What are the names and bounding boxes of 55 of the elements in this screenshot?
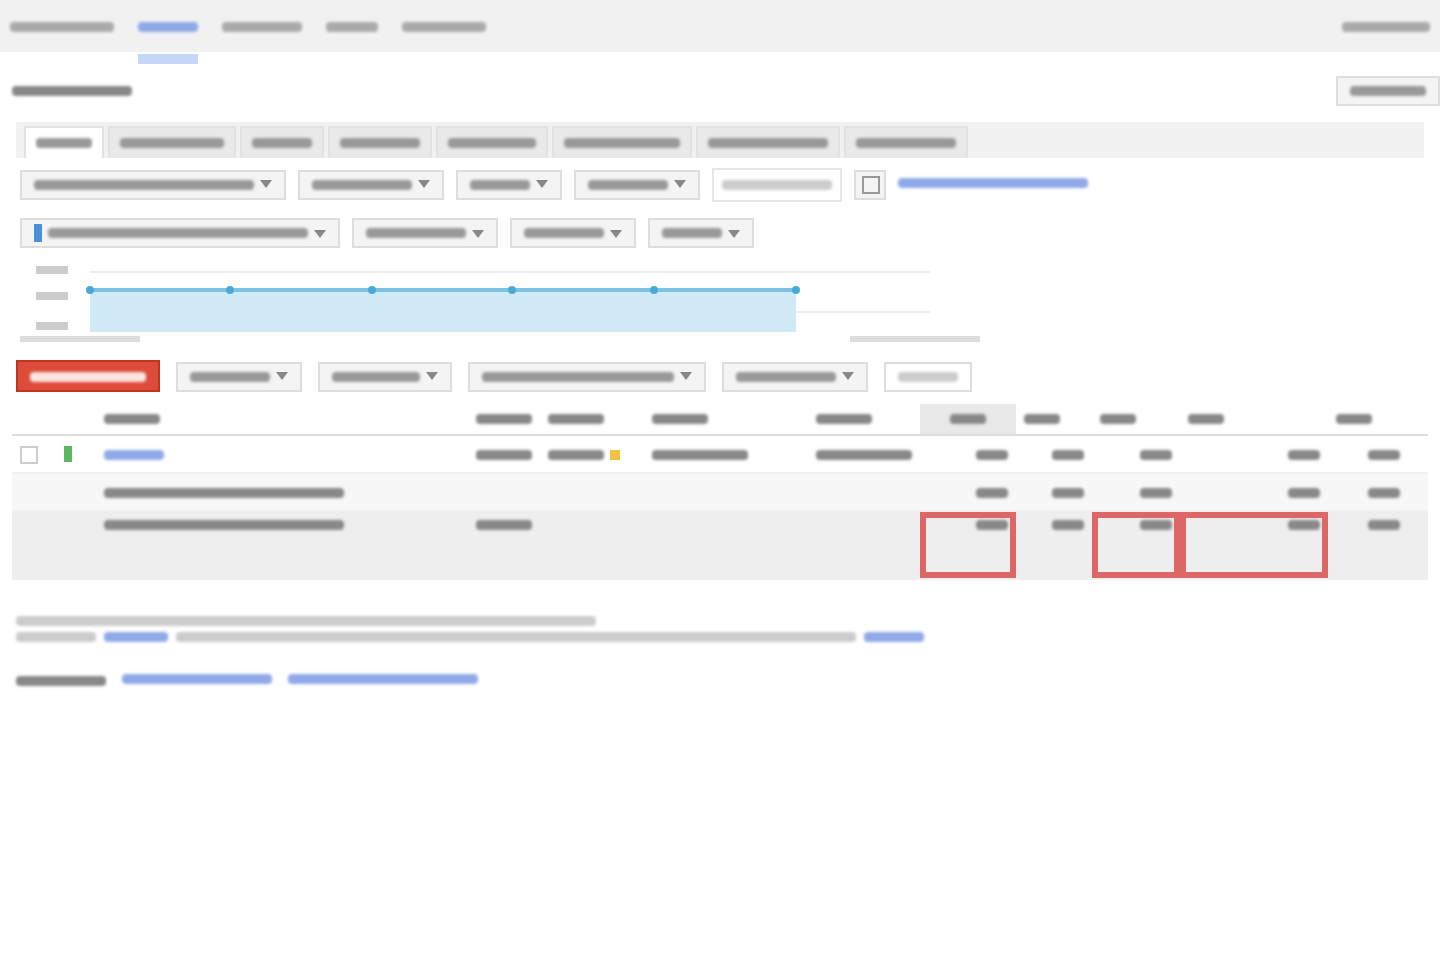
blurred-text bbox=[1342, 21, 1430, 31]
checkbox[interactable] bbox=[20, 445, 38, 463]
data-point bbox=[650, 286, 658, 294]
warning-icon bbox=[610, 449, 620, 459]
dropdown-button[interactable] bbox=[352, 218, 498, 248]
dropdown-button[interactable] bbox=[1336, 76, 1440, 106]
dropdown-button[interactable] bbox=[510, 218, 636, 248]
blurred-link[interactable] bbox=[864, 632, 924, 642]
axis-label bbox=[36, 322, 68, 330]
data-point bbox=[792, 286, 800, 294]
dropdown-button[interactable] bbox=[20, 218, 340, 248]
blurred-text bbox=[1288, 520, 1320, 530]
axis-label bbox=[850, 336, 980, 342]
data-point bbox=[508, 286, 516, 294]
blurred-text bbox=[652, 449, 748, 459]
tab[interactable] bbox=[240, 126, 324, 158]
axis-label bbox=[20, 336, 140, 342]
dropdown-button[interactable] bbox=[176, 361, 302, 391]
add-button[interactable] bbox=[16, 360, 160, 392]
blurred-text bbox=[816, 449, 912, 459]
dropdown-button[interactable] bbox=[574, 169, 700, 199]
tab[interactable] bbox=[436, 126, 548, 158]
date-field[interactable] bbox=[712, 167, 842, 201]
data-point bbox=[86, 286, 94, 294]
blurred-link[interactable] bbox=[104, 449, 164, 459]
status-icon bbox=[64, 446, 72, 462]
blurred-text bbox=[16, 675, 106, 685]
blurred-text bbox=[16, 632, 96, 642]
data-point bbox=[368, 286, 376, 294]
calendar-icon[interactable] bbox=[854, 169, 886, 199]
dropdown-button[interactable] bbox=[456, 169, 562, 199]
dropdown-button[interactable] bbox=[20, 169, 286, 199]
data-point bbox=[226, 286, 234, 294]
tab[interactable] bbox=[108, 126, 236, 158]
blurred-text bbox=[476, 449, 532, 459]
axis-label bbox=[36, 292, 68, 300]
dropdown-button[interactable] bbox=[318, 361, 452, 391]
tab[interactable] bbox=[552, 126, 692, 158]
tab[interactable] bbox=[328, 126, 432, 158]
dropdown-button[interactable] bbox=[884, 361, 972, 391]
column-header[interactable] bbox=[920, 404, 1016, 434]
blurred-text bbox=[476, 520, 532, 530]
blurred-text bbox=[1140, 520, 1172, 530]
dropdown-button[interactable] bbox=[298, 169, 444, 199]
dropdown-button[interactable] bbox=[722, 361, 868, 391]
tab[interactable] bbox=[844, 126, 968, 158]
dropdown-button[interactable] bbox=[648, 218, 754, 248]
blurred-link[interactable] bbox=[104, 632, 168, 642]
axis-label bbox=[36, 266, 68, 274]
blurred-text bbox=[548, 449, 604, 459]
blurred-text bbox=[12, 86, 132, 96]
dropdown-button[interactable] bbox=[468, 361, 706, 391]
blurred-text bbox=[976, 520, 1008, 530]
tab[interactable] bbox=[696, 126, 840, 158]
tab[interactable] bbox=[24, 126, 104, 158]
